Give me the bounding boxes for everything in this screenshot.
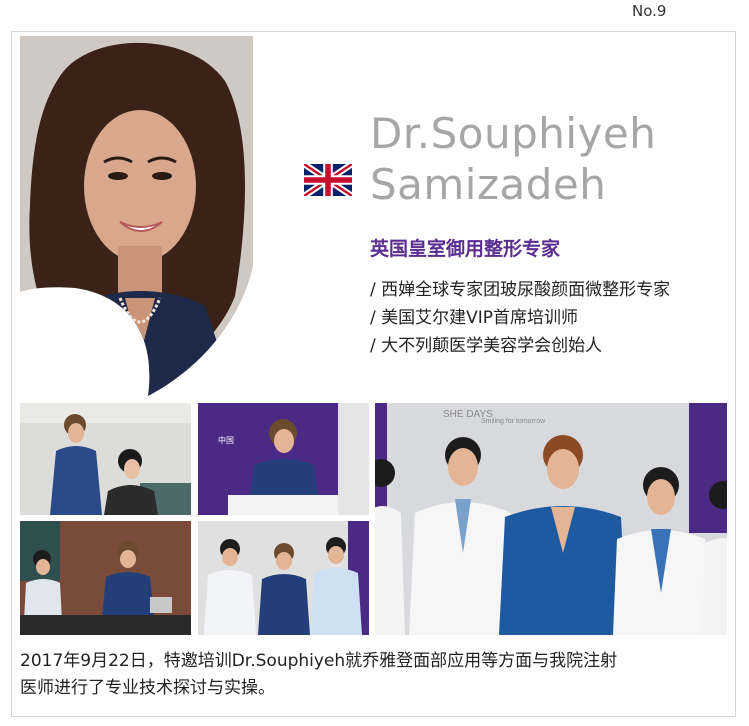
doctor-portrait [20, 36, 253, 396]
doctor-name-line2: Samizadeh [370, 160, 607, 209]
doctor-name-line1: Dr.Souphiyeh [370, 109, 657, 158]
svg-text:Smiling for tomorrow: Smiling for tomorrow [481, 418, 546, 425]
photo-training-demo [20, 403, 191, 515]
credential-item: / 美国艾尔建VIP首席培训师 [370, 308, 579, 328]
credentials-list: / 西婵全球专家团玻尿酸颜面微整形专家 / 美国艾尔建VIP首席培训师 / 大不… [370, 276, 670, 360]
page-number: No.9 [632, 2, 667, 20]
credential-item: / 大不列颠医学美容学会创始人 [370, 336, 603, 356]
doctor-name: Dr.Souphiyeh Samizadeh [370, 108, 656, 210]
headline-title: 英国皇室御用整形专家 [370, 238, 561, 260]
svg-text:中国: 中国 [218, 435, 234, 445]
credential-item: / 西婵全球专家团玻尿酸颜面微整形专家 [370, 280, 671, 300]
caption-line2: 医师进行了专业技术探讨与实操。 [20, 678, 275, 698]
photo-signing: 中国 [198, 403, 369, 515]
uk-flag-icon [302, 161, 354, 199]
caption-line1: 2017年9月22日，特邀培训Dr.Souphiyeh就乔雅登面部应用等方面与我… [20, 651, 618, 671]
photo-meeting [20, 521, 191, 635]
event-caption: 2017年9月22日，特邀培训Dr.Souphiyeh就乔雅登面部应用等方面与我… [20, 648, 732, 702]
photo-group-small [198, 521, 369, 635]
photo-group-large: SHE DAYS Smiling for tomorrow [375, 403, 727, 635]
